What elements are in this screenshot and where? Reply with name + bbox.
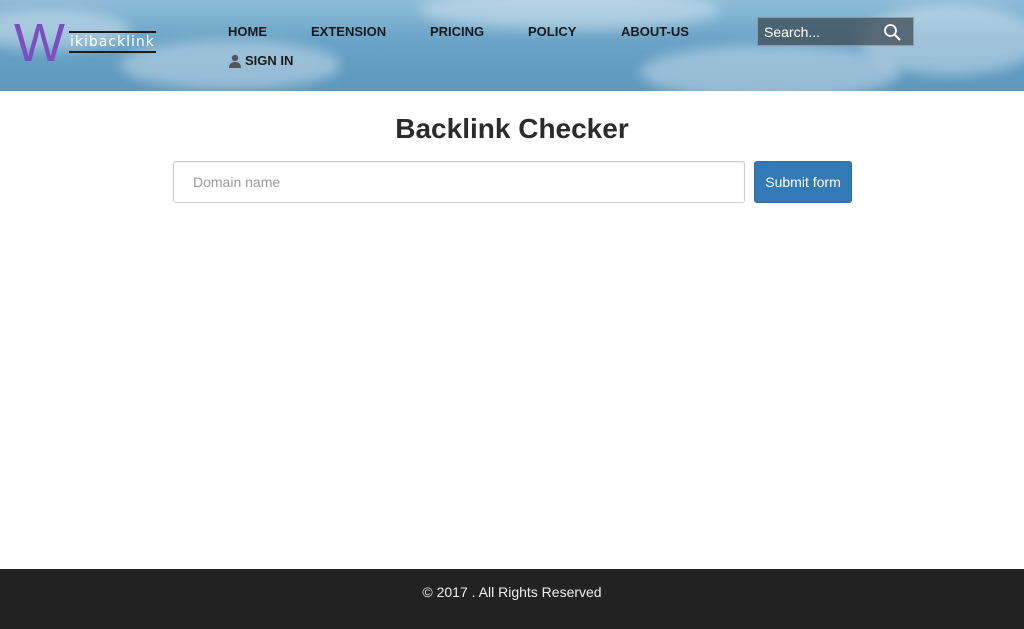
site-footer: © 2017 . All Rights Reserved bbox=[0, 569, 1024, 629]
sign-in-link[interactable]: SIGN IN bbox=[228, 53, 293, 69]
logo-letter: W bbox=[14, 13, 65, 73]
logo-word: ikibacklink bbox=[69, 31, 156, 53]
search-box bbox=[757, 17, 914, 46]
site-header: W ikibacklink HOME EXTENSION PRICING POL… bbox=[0, 0, 1024, 91]
nav-about-us[interactable]: ABOUT-US bbox=[621, 24, 689, 40]
search-input[interactable] bbox=[764, 18, 874, 45]
copyright-text: © 2017 . All Rights Reserved bbox=[422, 584, 602, 600]
sky-cloud-decoration bbox=[640, 45, 900, 91]
nav-extension[interactable]: EXTENSION bbox=[311, 24, 386, 40]
sign-in-label: SIGN IN bbox=[245, 53, 294, 68]
domain-name-input[interactable] bbox=[173, 161, 745, 203]
nav-policy[interactable]: POLICY bbox=[528, 24, 576, 40]
page-title: Backlink Checker bbox=[395, 113, 629, 144]
user-icon bbox=[229, 54, 241, 68]
nav-pricing[interactable]: PRICING bbox=[430, 24, 484, 40]
search-icon[interactable] bbox=[883, 23, 901, 41]
site-logo[interactable]: W ikibacklink bbox=[12, 14, 162, 74]
page: W ikibacklink HOME EXTENSION PRICING POL… bbox=[0, 0, 1024, 629]
nav-home[interactable]: HOME bbox=[228, 24, 267, 40]
submit-form-button[interactable]: Submit form bbox=[754, 161, 852, 203]
